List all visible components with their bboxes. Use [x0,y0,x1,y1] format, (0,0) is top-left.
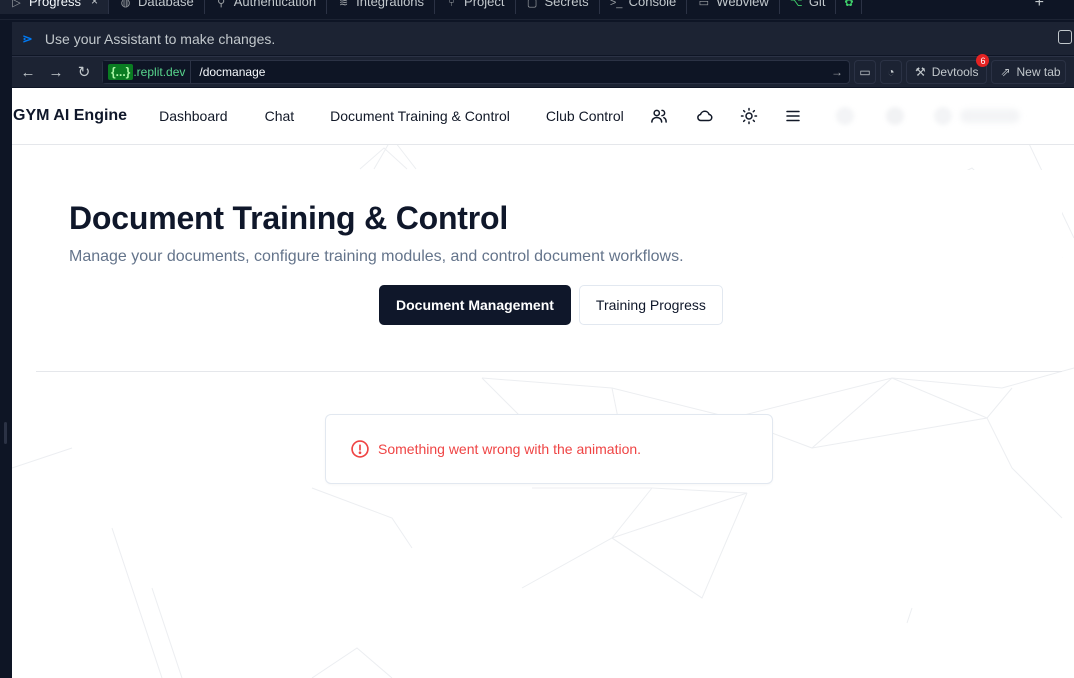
nav-club-control[interactable]: Club Control [546,108,624,124]
ide-tab-label: Project [464,0,505,9]
app-navbar: GYM AI Engine Dashboard Chat Document Tr… [12,88,1074,145]
new-tab-button[interactable]: ⇗ New tab [991,60,1066,84]
new-tab-label: New tab [1016,65,1061,79]
nav-chat[interactable]: Chat [265,108,295,124]
ide-tab-label: Secrets [544,0,589,9]
tab-document-management[interactable]: Document Management [379,285,571,325]
nav-document-training[interactable]: Document Training & Control [330,108,510,124]
bell-icon[interactable] [885,107,904,125]
ide-tab-git[interactable]: ⌥ Git [780,0,837,14]
reload-icon[interactable]: ↻ [70,63,98,81]
wrench-icon: ⚒ [915,65,926,79]
page-header-card: Document Training & Control Manage your … [36,170,1062,372]
url-domain-badge: {...} [108,64,134,80]
url-domain-suffix: .replit.dev [133,65,186,79]
sun-icon[interactable] [740,107,758,125]
palette-icon[interactable]: ◔ [880,60,902,84]
webview: GYM AI Engine Dashboard Chat Document Tr… [12,88,1074,678]
go-arrow-icon[interactable]: → [831,65,843,79]
nav-dashboard[interactable]: Dashboard [159,108,228,124]
error-alert: Something went wrong with the animation. [325,414,773,484]
ide-tab-progress[interactable]: ▷ Progress × [0,0,110,14]
url-input[interactable]: {...} .replit.dev /docmanage → [102,60,850,84]
monitor-icon: ▭ [698,0,709,9]
ide-tab-strip: ▷ Progress × ◍ Database ⚲ Authentication… [0,0,1074,20]
assistant-prompt: Use your Assistant to make changes. [44,30,276,47]
ide-tab-database[interactable]: ◍ Database [109,0,205,14]
lock-icon: ▢ [526,0,538,9]
url-path[interactable]: /docmanage [199,65,265,79]
ide-tab-project[interactable]: ⑂ Project [435,0,516,14]
ide-tab-label: Console [628,0,677,9]
page-title: Document Training & Control [69,200,509,236]
section-tabs: Document Management Training Progress [379,285,723,325]
ide-tab-authentication[interactable]: ⚲ Authentication [205,0,328,14]
url-divider [190,61,192,83]
alert-circle-icon [350,439,370,459]
forward-arrow-icon[interactable]: → [42,64,70,81]
url-domain[interactable]: {...} .replit.dev [103,61,191,83]
blurred-profile-icon [933,107,952,125]
error-message: Something went wrong with the animation. [378,441,642,457]
close-icon[interactable]: × [91,0,98,8]
plant-icon: ✿ [844,0,854,9]
brand-logo-text[interactable]: GYM AI Engine [13,107,127,125]
terminal-icon: >_ [609,0,623,9]
ide-tab-label: Git [808,0,826,9]
back-arrow-icon[interactable]: ← [14,64,42,81]
assistant-bar[interactable]: ⋗ Use your Assistant to make changes. [12,22,1074,55]
devtools-label: Devtools [931,65,979,79]
external-link-icon: ⇗ [1000,65,1011,79]
cloud-icon[interactable] [696,107,714,125]
ide-tab-label: Integrations [356,0,425,9]
assistant-icon: ⋗ [22,30,33,46]
devtools-badge: 6 [976,54,990,67]
blurred-avatar [835,107,854,125]
layers-icon: ≋ [339,0,349,9]
blurred-username [959,109,1020,123]
left-panel-edge [0,20,12,678]
add-tab-button[interactable]: + [1027,0,1074,12]
git-icon: ⌥ [789,0,803,9]
webview-toolbar: ← → ↻ {...} .replit.dev /docmanage → ▭ ◔… [12,54,1074,87]
users-icon[interactable] [650,107,668,125]
devtools-button[interactable]: ⚒ Devtools 6 [906,54,990,84]
tab-training-progress[interactable]: Training Progress [578,285,723,325]
branch-icon: ⑂ [448,0,455,9]
ide-tab-label: Database [138,0,194,9]
device-preview-icon[interactable]: ▭ [854,60,876,84]
menu-icon[interactable] [784,107,802,125]
ide-tab-extra[interactable]: ✿ [836,0,863,14]
expand-icon[interactable] [1058,30,1072,44]
user-icon: ⚲ [217,0,226,9]
resize-handle[interactable] [4,422,7,444]
ide-tab-integrations[interactable]: ≋ Integrations [327,0,436,14]
page-subtitle: Manage your documents, configure trainin… [69,248,684,265]
ide-tab-secrets[interactable]: ▢ Secrets [516,0,600,14]
ide-tab-console[interactable]: >_ Console [600,0,688,14]
ide-tab-webview[interactable]: ▭ Webview [687,0,780,14]
progress-icon: ▷ [12,0,21,9]
ide-tab-label: Webview [716,0,769,9]
ide-tab-label: Progress [29,0,82,9]
database-icon: ◍ [120,0,131,9]
ide-tab-label: Authentication [233,0,317,9]
